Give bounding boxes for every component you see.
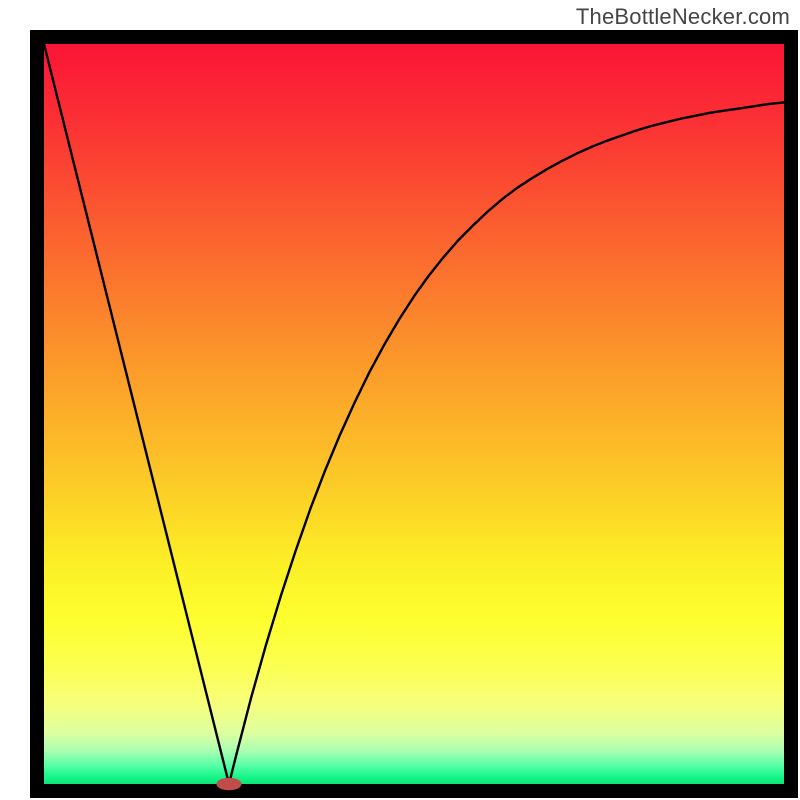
watermark-text: TheBottleNecker.com: [576, 4, 790, 30]
notch-marker: [216, 778, 241, 791]
bottleneck-chart: [30, 30, 798, 798]
chart-frame: TheBottleNecker.com: [0, 0, 800, 800]
plot-container: [30, 30, 798, 798]
plot-background: [44, 44, 784, 784]
